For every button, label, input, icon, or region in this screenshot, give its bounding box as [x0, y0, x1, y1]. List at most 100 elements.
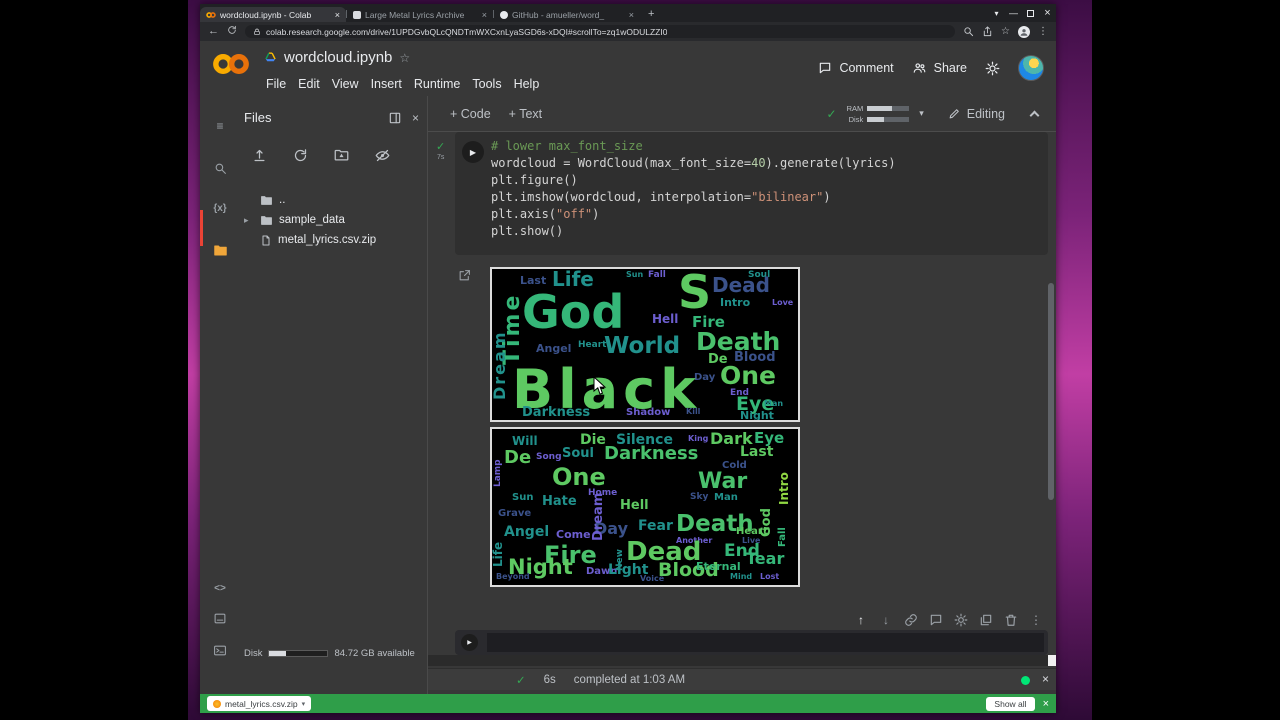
maximize-button[interactable] — [1022, 4, 1039, 22]
file-row-metal-lyrics[interactable]: metal_lyrics.csv.zip — [240, 230, 426, 250]
user-avatar[interactable] — [1018, 55, 1044, 81]
mouse-cursor — [593, 375, 607, 401]
cell-settings-gear-icon[interactable] — [953, 612, 969, 628]
wordcloud-word: Last — [740, 444, 774, 460]
notebook-title[interactable]: wordcloud.ipynb — [284, 49, 392, 66]
files-panel-icon[interactable] — [210, 240, 230, 260]
window-controls: ▾ — × — [988, 4, 1056, 22]
comment-button[interactable]: Comment — [818, 61, 894, 75]
code-snippets-icon[interactable]: <> — [210, 578, 230, 598]
hidden-files-eye-icon[interactable] — [375, 148, 390, 163]
menu-runtime[interactable]: Runtime — [408, 77, 467, 91]
mount-drive-icon[interactable] — [334, 148, 349, 163]
menu-tools[interactable]: Tools — [466, 77, 507, 91]
tab-github[interactable]: GitHub - amueller/word_ × — [494, 7, 640, 22]
download-options-caret-icon[interactable]: ▾ — [302, 700, 306, 708]
back-button[interactable]: ← — [208, 26, 219, 37]
menu-view[interactable]: View — [326, 77, 365, 91]
file-row-parent[interactable]: .. — [240, 190, 426, 210]
code-editor[interactable]: # lower max_font_size wordcloud = WordClo… — [491, 138, 896, 240]
close-panel-icon[interactable]: × — [412, 111, 419, 125]
move-cell-down-icon[interactable]: ↓ — [878, 612, 894, 628]
menu-file[interactable]: File — [260, 77, 292, 91]
wordcloud-word: Dead — [712, 273, 770, 297]
toolbar-right: ✓ RAM Disk ▾ Editing — [827, 104, 1043, 124]
code-cell[interactable]: ▶ # lower max_font_size wordcloud = WordC… — [455, 132, 1048, 255]
delete-cell-icon[interactable] — [1003, 612, 1019, 628]
people-icon — [913, 63, 925, 73]
show-all-downloads-button[interactable]: Show all — [986, 696, 1035, 711]
wordcloud-word: Fall — [777, 527, 788, 547]
file-label: .. — [279, 194, 286, 206]
empty-code-editor[interactable] — [487, 633, 1044, 652]
table-of-contents-icon[interactable]: ≡ — [210, 116, 230, 136]
more-cell-actions-icon[interactable]: ⋮ — [1028, 612, 1044, 628]
star-notebook-icon[interactable]: ☆ — [399, 51, 410, 65]
tab-close-icon[interactable]: × — [482, 10, 487, 20]
copy-link-icon[interactable] — [903, 612, 919, 628]
browser-menu-icon[interactable]: ⋮ — [1038, 26, 1048, 37]
code-line: plt.axis("off") — [491, 207, 600, 221]
tab-search-icon[interactable]: ▾ — [988, 4, 1005, 22]
file-tree: .. ▸ sample_data metal_lyrics.csv.zip — [240, 190, 426, 250]
ram-bar — [867, 105, 910, 111]
mirror-cell-icon[interactable] — [978, 612, 994, 628]
tab-close-icon[interactable]: × — [629, 10, 634, 20]
file-row-sample-data[interactable]: ▸ sample_data — [240, 210, 426, 230]
close-window-button[interactable]: × — [1039, 4, 1056, 22]
add-comment-icon[interactable] — [928, 612, 944, 628]
tab-wordcloud[interactable]: wordcloud.ipynb - Colab × — [200, 7, 346, 22]
empty-code-cell[interactable]: ▶ — [455, 630, 1048, 655]
search-panel-icon[interactable] — [210, 158, 230, 178]
horizontal-scrollbar[interactable] — [428, 655, 1048, 666]
menu-edit[interactable]: Edit — [292, 77, 326, 91]
reload-button[interactable] — [227, 25, 237, 38]
wordcloud-word: Night — [740, 409, 774, 422]
bookmark-star-icon[interactable]: ☆ — [1001, 26, 1010, 37]
vertical-scrollbar[interactable] — [1048, 283, 1054, 500]
menu-insert[interactable]: Insert — [365, 77, 408, 91]
wordcloud-word: Song — [536, 452, 562, 462]
title-row: wordcloud.ipynb ☆ — [264, 49, 410, 66]
wordcloud-word: Lamp — [493, 459, 503, 487]
resource-monitor[interactable]: RAM Disk — [847, 104, 910, 124]
collapse-header-icon[interactable] — [1029, 110, 1040, 120]
move-cell-up-icon[interactable]: ↑ — [853, 612, 869, 628]
add-code-button[interactable]: + Code — [450, 107, 491, 121]
search-icon[interactable] — [963, 26, 974, 37]
upload-icon[interactable] — [252, 148, 267, 163]
terminal-icon[interactable] — [210, 640, 230, 660]
share-button[interactable]: Share — [912, 61, 967, 75]
downloaded-file-chip[interactable]: metal_lyrics.csv.zip ▾ — [207, 696, 312, 711]
add-text-button[interactable]: + Text — [509, 107, 542, 121]
wordcloud-word: Fear — [638, 518, 673, 534]
disk-label: Disk — [848, 114, 864, 124]
settings-gear-icon[interactable] — [985, 61, 1000, 76]
wordcloud-word: S — [678, 267, 712, 319]
minimize-button[interactable]: — — [1005, 4, 1022, 22]
tab-close-icon[interactable]: × — [335, 10, 340, 20]
run-cell-button[interactable]: ▶ — [462, 141, 484, 163]
new-tab-button[interactable]: + — [648, 8, 654, 20]
tab-lyrics-archive[interactable]: Large Metal Lyrics Archive × — [347, 7, 493, 22]
run-cell-button[interactable]: ▶ — [461, 634, 478, 651]
expand-chevron-icon[interactable]: ▸ — [244, 215, 249, 226]
refresh-files-icon[interactable] — [293, 148, 308, 163]
editing-mode-button[interactable]: Editing — [948, 107, 1005, 121]
wordcloud-word: Man — [714, 492, 738, 503]
share-icon[interactable] — [982, 26, 993, 37]
close-status-icon[interactable]: × — [1042, 672, 1049, 686]
profile-avatar[interactable] — [1018, 25, 1030, 38]
address-bar: ← colab.research.google.com/drive/1UPDGv… — [200, 22, 1056, 41]
close-downloads-bar-icon[interactable]: × — [1043, 698, 1049, 710]
url-field[interactable]: colab.research.google.com/drive/1UPDGvbQ… — [245, 25, 956, 38]
resource-dropdown-icon[interactable]: ▾ — [919, 108, 924, 119]
colab-logo[interactable] — [212, 51, 250, 82]
dock-panel-icon[interactable] — [388, 111, 402, 125]
console-panel-icon[interactable] — [210, 608, 230, 628]
colab-favicon — [206, 11, 216, 18]
wordcloud-output-2: Will Die Silence King Dark Eye De Song Soul Darkn… — [490, 427, 800, 587]
menu-help[interactable]: Help — [508, 77, 546, 91]
variables-panel-icon[interactable]: {x} — [210, 198, 230, 218]
output-popout-icon[interactable] — [458, 269, 471, 287]
